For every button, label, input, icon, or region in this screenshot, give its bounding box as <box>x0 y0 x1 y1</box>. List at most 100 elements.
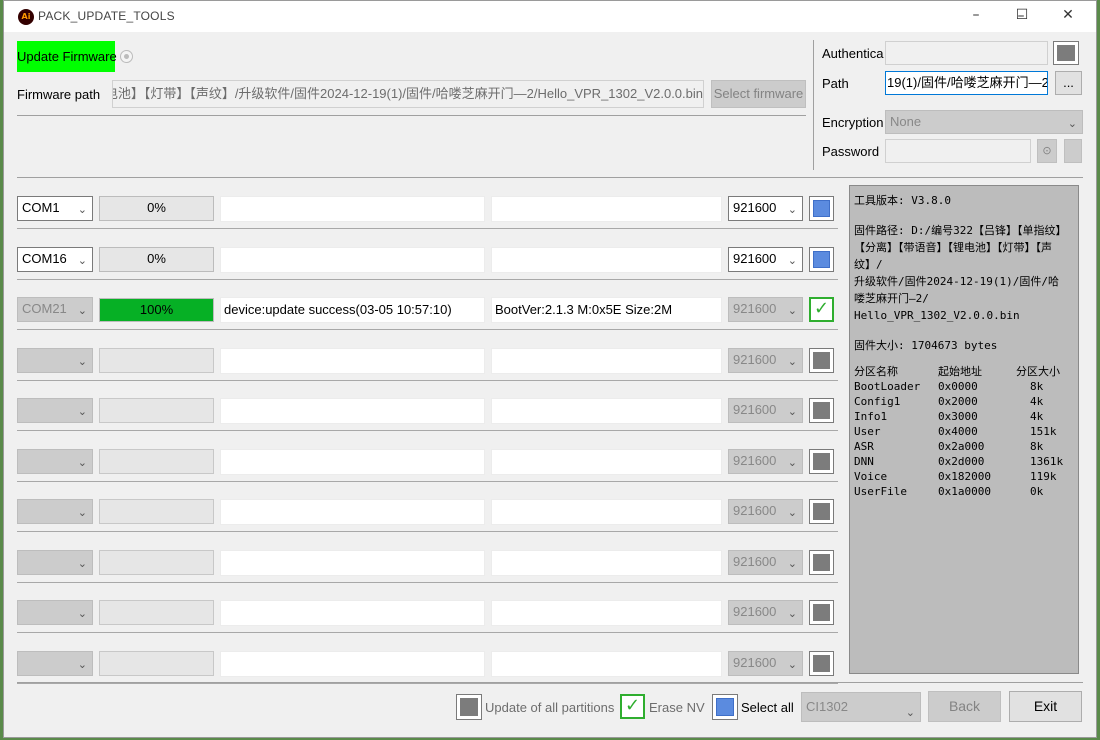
baud-select[interactable]: 921600 ⌄ <box>728 196 803 221</box>
partition-size: 8k <box>1030 380 1044 393</box>
baud-select[interactable]: 921600 ⌄ <box>728 600 803 625</box>
partition-address: 0x182000 <box>938 470 991 483</box>
status-cell <box>220 550 485 576</box>
erase-nv-checkbox[interactable]: ✓ <box>620 694 645 719</box>
row-separator <box>17 430 838 431</box>
device-info-cell <box>491 550 722 576</box>
progress-bar: 0% <box>99 196 214 221</box>
status-cell <box>220 196 485 222</box>
minimize-button[interactable]: – <box>953 0 999 31</box>
port-select[interactable]: ⌄ <box>17 550 93 575</box>
port-select-checkbox[interactable] <box>809 600 834 625</box>
device-info-text: BootVer:2.1.3 M:0x5E Size:2M <box>495 302 673 317</box>
status-cell <box>220 499 485 525</box>
progress-bar: 100% <box>99 298 214 322</box>
authentication-checkbox[interactable] <box>1053 41 1079 65</box>
partition-name: Info1 <box>854 410 888 423</box>
path-input[interactable]: 19(1)/固件/哈喽芝麻开门—2 <box>885 71 1048 95</box>
status-cell <box>220 600 485 626</box>
close-button[interactable]: ✕ <box>1045 0 1091 31</box>
device-info-cell <box>491 651 722 677</box>
port-select[interactable]: COM21 ⌄ <box>17 297 93 322</box>
chip-select[interactable]: CI1302 ⌄ <box>801 692 921 722</box>
firmware-path-info-line-4: 喽芝麻开门—2/ <box>854 292 929 305</box>
baud-value: 921600 <box>733 402 777 417</box>
port-select-checkbox[interactable] <box>809 651 834 676</box>
baud-value: 921600 <box>733 655 777 670</box>
status-cell <box>220 348 485 374</box>
partition-address: 0x2000 <box>938 395 978 408</box>
authentication-field[interactable] <box>885 41 1048 65</box>
back-button[interactable]: Back <box>928 691 1001 722</box>
title-bar: Ai PACK_UPDATE_TOOLS – <box>4 1 1096 32</box>
password-field[interactable] <box>885 139 1031 163</box>
baud-select[interactable]: 921600 ⌄ <box>728 348 803 373</box>
baud-select[interactable]: 921600 ⌄ <box>728 499 803 524</box>
baud-select[interactable]: 921600 ⌄ <box>728 297 803 322</box>
update-firmware-radio-label[interactable]: Update Firmware <box>17 41 117 72</box>
port-select[interactable]: ⌄ <box>17 449 93 474</box>
partition-row: User 0x4000 151k <box>854 424 1074 439</box>
device-info-cell <box>491 449 722 475</box>
select-firmware-button[interactable]: Select firmware <box>711 80 806 108</box>
baud-select[interactable]: 921600 ⌄ <box>728 550 803 575</box>
baud-select[interactable]: 921600 ⌄ <box>728 449 803 474</box>
encryption-label: Encryption <box>822 115 884 130</box>
progress-text: 100% <box>139 302 174 317</box>
port-select[interactable]: ⌄ <box>17 348 93 373</box>
baud-value: 921600 <box>733 554 777 569</box>
exit-button[interactable]: Exit <box>1009 691 1082 722</box>
partition-header-name: 分区名称 <box>854 365 898 378</box>
port-select-checkbox[interactable] <box>809 348 834 373</box>
progress-text: 0% <box>147 200 166 215</box>
baud-select[interactable]: 921600 ⌄ <box>728 247 803 272</box>
partition-name: Config1 <box>854 395 901 408</box>
port-select-checkbox[interactable] <box>809 196 834 221</box>
port-select-checkbox[interactable] <box>809 247 834 272</box>
port-select[interactable]: ⌄ <box>17 600 93 625</box>
firmware-path-info-line-2: 【分离】【带语音】【锂电池】【灯带】【声纹】/ <box>854 241 1052 271</box>
partition-row: ASR 0x2a000 8k <box>854 439 1074 454</box>
password-label: Password <box>822 144 880 159</box>
port-select[interactable]: ⌄ <box>17 398 93 423</box>
port-select[interactable]: COM1 ⌄ <box>17 196 93 221</box>
firmware-path-field[interactable]: 锂电池】【灯带】【声纹】/升级软件/固件2024-12-19(1)/固件/哈喽芝… <box>112 80 704 108</box>
encryption-select[interactable]: None ⌄ <box>885 110 1083 134</box>
row-separator <box>17 481 838 482</box>
port-select-checkbox[interactable] <box>809 398 834 423</box>
maximize-button[interactable]: ☐ <box>999 0 1045 31</box>
update-all-partitions-checkbox[interactable] <box>456 694 482 720</box>
row-separator <box>17 380 838 381</box>
show-password-button[interactable]: ⊙ <box>1037 139 1057 163</box>
progress-bar <box>99 550 214 575</box>
port-select-checkbox[interactable] <box>809 550 834 575</box>
firmware-path-info-line-1: 固件路径: D:/编号322【吕锋】【单指纹】 <box>854 224 1067 237</box>
select-all-checkbox[interactable] <box>712 694 738 720</box>
progress-bar <box>99 499 214 524</box>
browse-button[interactable]: ... <box>1055 71 1082 95</box>
update-firmware-radio[interactable] <box>120 50 133 63</box>
password-option-button[interactable] <box>1064 139 1082 163</box>
update-all-partitions-label: Update of all partitions <box>485 700 615 715</box>
port-select[interactable]: ⌄ <box>17 651 93 676</box>
partition-size: 8k <box>1030 440 1044 453</box>
partition-row: DNN 0x2d000 1361k <box>854 454 1074 469</box>
partition-name: Voice <box>854 470 888 483</box>
row-separator <box>17 531 838 532</box>
port-select[interactable]: ⌄ <box>17 499 93 524</box>
port-select-checkbox[interactable] <box>809 449 834 474</box>
device-info-cell <box>491 600 722 626</box>
partition-size: 1361k <box>1030 455 1064 468</box>
baud-select[interactable]: 921600 ⌄ <box>728 651 803 676</box>
port-value: COM16 <box>22 251 67 266</box>
port-select[interactable]: COM16 ⌄ <box>17 247 93 272</box>
baud-value: 921600 <box>733 352 777 367</box>
partition-row: Config1 0x2000 4k <box>854 394 1074 409</box>
progress-bar <box>99 449 214 474</box>
baud-select[interactable]: 921600 ⌄ <box>728 398 803 423</box>
status-cell <box>220 651 485 677</box>
partition-size: 0k <box>1030 485 1044 498</box>
baud-value: 921600 <box>733 453 777 468</box>
port-select-checkbox[interactable]: ✓ <box>809 297 834 322</box>
port-select-checkbox[interactable] <box>809 499 834 524</box>
